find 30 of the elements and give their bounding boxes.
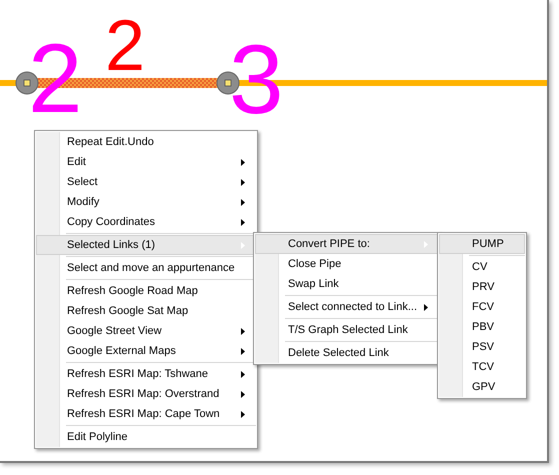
menu-item[interactable]: Google Street View xyxy=(36,321,256,341)
menu-item[interactable]: PSV xyxy=(439,337,525,357)
menu-item[interactable]: Convert PIPE to: xyxy=(255,234,439,254)
menu-item[interactable]: Refresh ESRI Map: Overstrand xyxy=(36,384,256,404)
menu-item[interactable]: PBV xyxy=(439,317,525,337)
menu-item[interactable]: Select connected to Link... xyxy=(255,297,439,317)
menu-item[interactable]: FCV xyxy=(439,297,525,317)
node-label: 2 xyxy=(105,6,146,86)
menu-item[interactable]: GPV xyxy=(439,377,525,397)
menu-item[interactable]: TCV xyxy=(439,357,525,377)
menu-item[interactable]: Refresh ESRI Map: Tshwane xyxy=(36,364,256,384)
menu-item[interactable]: Google External Maps xyxy=(36,341,256,361)
menu-item[interactable]: PRV xyxy=(439,277,525,297)
menu-item[interactable]: Selected Links (1) xyxy=(36,235,256,255)
menu-item[interactable]: Refresh Google Sat Map xyxy=(36,301,256,321)
menu-item[interactable]: Modify xyxy=(36,192,256,212)
menu-item[interactable]: Select and move an appurtenance xyxy=(36,258,256,278)
menu-item[interactable]: Copy Coordinates xyxy=(36,212,256,232)
menu-item[interactable]: CV xyxy=(439,257,525,277)
menu-item[interactable]: Swap Link xyxy=(255,274,439,294)
menu-item[interactable]: Refresh ESRI Map: Cape Town xyxy=(36,404,256,424)
menu-item[interactable]: Delete Selected Link xyxy=(255,343,439,363)
menu-item[interactable]: T/S Graph Selected Link xyxy=(255,320,439,340)
menu-item[interactable]: Close Pipe xyxy=(255,254,439,274)
menu-item[interactable]: Select xyxy=(36,172,256,192)
menu-item[interactable]: Refresh Google Road Map xyxy=(36,281,256,301)
menu-item[interactable]: Edit xyxy=(36,152,256,172)
menu-item[interactable]: Repeat Edit.Undo xyxy=(36,132,256,152)
menu-item[interactable]: Edit Polyline xyxy=(36,427,256,447)
menu-item[interactable]: PUMP xyxy=(439,234,525,254)
